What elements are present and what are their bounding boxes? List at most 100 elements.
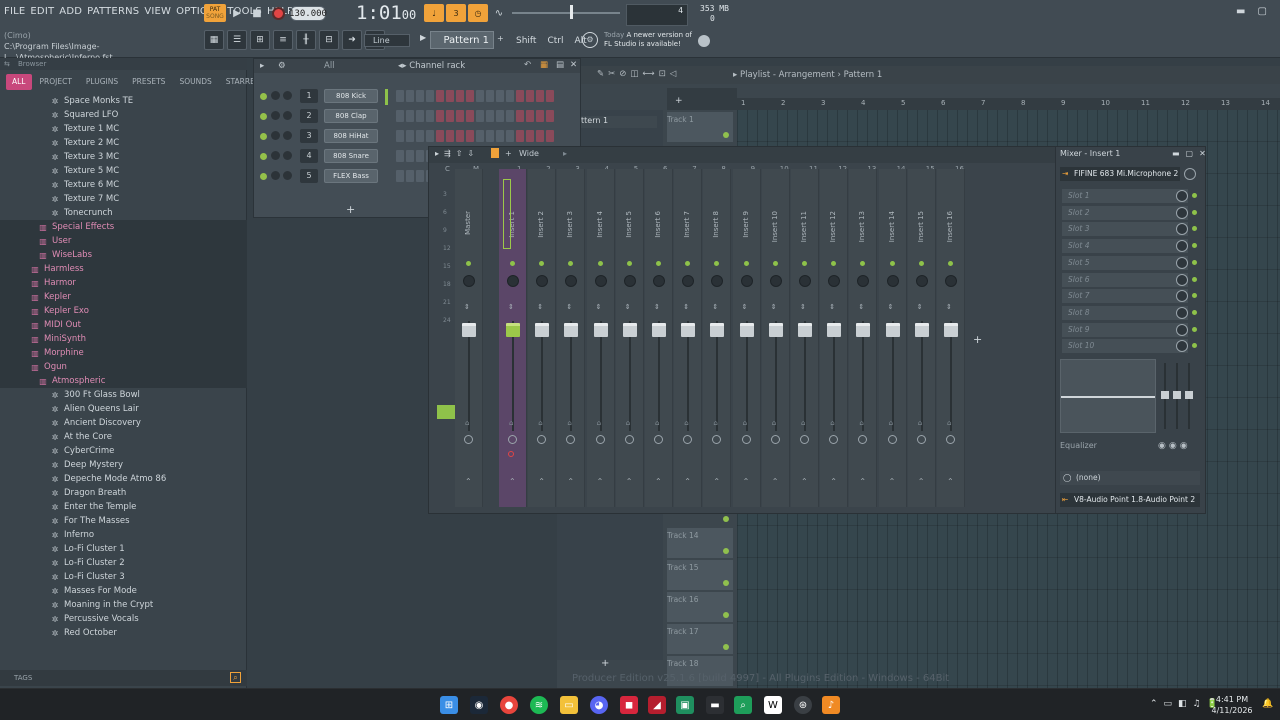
- browser-folder[interactable]: ▥ Morphine: [0, 346, 247, 360]
- channel-rack-gear-icon[interactable]: ⚙: [278, 61, 286, 71]
- step-button[interactable]: [456, 90, 464, 102]
- browser-preset[interactable]: ✲ CyberCrime: [0, 444, 247, 458]
- app-search-icon[interactable]: ⌕: [734, 696, 752, 714]
- strip-volume-fader[interactable]: [739, 323, 754, 337]
- strip-fx-toggle[interactable]: [800, 435, 809, 444]
- browser-preset[interactable]: ✲ Texture 1 MC: [0, 122, 247, 136]
- notification-icon[interactable]: 🔔: [1262, 699, 1273, 711]
- strip-stereo-icon[interactable]: ⇕: [917, 303, 923, 311]
- mixer-strip[interactable]: Insert 3 ⇕ ⌂ ⌃: [557, 169, 586, 507]
- route-arrow-icon[interactable]: ⌃: [859, 478, 867, 486]
- slot-enable-led[interactable]: [1192, 193, 1197, 198]
- slot-enable-led[interactable]: [1192, 243, 1197, 249]
- route-arrow-icon[interactable]: ⌃: [597, 478, 605, 486]
- browser-folder[interactable]: ▥ Kepler Exo: [0, 304, 247, 318]
- strip-fx-toggle[interactable]: [887, 435, 897, 444]
- step-button[interactable]: [396, 130, 404, 142]
- step-button[interactable]: [516, 130, 524, 142]
- step-button[interactable]: [516, 110, 524, 122]
- step-button[interactable]: [476, 130, 484, 142]
- browser-preset[interactable]: ✲ Dragon Breath: [0, 486, 247, 500]
- mixer-strip[interactable]: Insert 10 ⇕ ⌂ ⌃: [761, 169, 790, 507]
- track-header[interactable]: Track 17: [667, 612, 733, 654]
- master-pitch-slider[interactable]: [512, 12, 620, 14]
- channel-mixer-track[interactable]: 2: [300, 109, 318, 123]
- strip-enable-led[interactable]: [860, 261, 866, 266]
- add-channel-button[interactable]: +: [346, 203, 355, 216]
- strip-pan-knob[interactable]: [653, 275, 665, 287]
- step-button[interactable]: [426, 90, 434, 102]
- route-arrow-icon[interactable]: ⌃: [538, 478, 546, 486]
- effect-slot[interactable]: Slot 9: [1062, 322, 1188, 337]
- channel-rack-undo-icon[interactable]: ↶: [524, 60, 531, 70]
- channel-name-button[interactable]: 808 Kick: [324, 89, 378, 103]
- track-mute-led[interactable]: [723, 580, 729, 586]
- slot-enable-led[interactable]: [1192, 209, 1197, 215]
- strip-stereo-icon[interactable]: ⇕: [537, 303, 543, 311]
- channel-filter[interactable]: All: [324, 61, 335, 71]
- news-panel[interactable]: Today A newer version of FL Studio is av…: [604, 31, 692, 49]
- route-arrow-icon[interactable]: ⌃: [889, 478, 897, 486]
- step-button[interactable]: [396, 170, 404, 182]
- strip-volume-fader[interactable]: [462, 323, 476, 337]
- strip-fx-toggle[interactable]: [741, 435, 751, 444]
- chrome-icon[interactable]: ●: [500, 696, 518, 714]
- strip-pan-knob[interactable]: [886, 275, 899, 287]
- slot-enable-led[interactable]: [1192, 226, 1197, 232]
- channel-pan-knob[interactable]: [271, 111, 280, 120]
- strip-swap-icon[interactable]: ⌂: [918, 419, 922, 427]
- mixer-strip[interactable]: Insert 11 ⇕ ⌂ ⌃: [791, 169, 819, 507]
- mixer-strip[interactable]: Insert 14 ⇕ ⌂ ⌃: [878, 169, 907, 507]
- output-select[interactable]: ⇤ V8-Audio Point 1.8-Audio Point 2: [1060, 493, 1200, 507]
- channel-rack-grid-icon[interactable]: ▦: [540, 60, 548, 70]
- channel-vol-knob[interactable]: [283, 111, 292, 120]
- strip-fx-toggle[interactable]: [916, 435, 926, 444]
- slot-enable-led[interactable]: [1192, 309, 1197, 315]
- effect-slot[interactable]: Slot 5: [1062, 255, 1188, 270]
- strip-stereo-icon[interactable]: ⇕: [946, 303, 952, 311]
- track-mute-led[interactable]: [723, 132, 729, 138]
- step-button[interactable]: [446, 110, 454, 122]
- explorer-icon[interactable]: ▭: [560, 696, 578, 714]
- channel-name-button[interactable]: 808 HiHat: [324, 129, 378, 143]
- step-button[interactable]: [406, 90, 414, 102]
- strip-swap-icon[interactable]: ⌂: [509, 419, 513, 427]
- browser-preset[interactable]: ✲ Texture 2 MC: [0, 136, 247, 150]
- slot-enable-led[interactable]: [1192, 326, 1197, 332]
- strip-volume-fader[interactable]: [564, 323, 579, 337]
- step-button[interactable]: [546, 90, 554, 102]
- strip-swap-icon[interactable]: ⌂: [772, 419, 776, 427]
- step-button[interactable]: [416, 110, 424, 122]
- strip-pan-knob[interactable]: [799, 275, 811, 287]
- search-icon[interactable]: ⌕: [230, 672, 241, 683]
- mixer-strip[interactable]: Insert 2 ⇕ ⌂ ⌃: [528, 169, 557, 507]
- strip-swap-icon[interactable]: ⌂: [743, 419, 747, 427]
- piano-roll-icon[interactable]: ☰: [227, 30, 247, 50]
- step-button[interactable]: [536, 110, 544, 122]
- strip-swap-icon[interactable]: ⌂: [713, 419, 717, 427]
- channel-vol-knob[interactable]: [283, 151, 292, 160]
- plugin-picker-icon[interactable]: ⊟: [319, 30, 339, 50]
- mixer-strip[interactable]: Insert 16 ⇕ ⌂ ⌃: [937, 169, 965, 507]
- strip-enable-led[interactable]: [889, 261, 895, 266]
- effect-slot[interactable]: Slot 3: [1062, 222, 1188, 237]
- strip-volume-fader[interactable]: [681, 323, 696, 337]
- strip-enable-led[interactable]: [831, 261, 837, 266]
- app-wacom-icon[interactable]: W: [764, 696, 782, 714]
- browser-folder[interactable]: ▥ Harmless: [0, 262, 247, 276]
- strip-enable-led[interactable]: [802, 261, 807, 266]
- strip-stereo-icon[interactable]: ⇕: [508, 303, 514, 311]
- strip-enable-led[interactable]: [772, 261, 778, 266]
- pattern-add-icon[interactable]: +: [497, 34, 505, 48]
- step-button[interactable]: [436, 90, 444, 102]
- browser-preset[interactable]: ✲ For The Masses: [0, 514, 247, 528]
- mixer-add-icon[interactable]: +: [505, 149, 512, 158]
- strip-swap-icon[interactable]: ⌂: [947, 419, 951, 427]
- strip-pan-knob[interactable]: [915, 275, 928, 287]
- playlist-add-icon[interactable]: +: [675, 96, 683, 106]
- step-button[interactable]: [426, 130, 434, 142]
- track-mute-led[interactable]: [723, 612, 729, 618]
- sidechain-select[interactable]: ◯ (none): [1060, 471, 1200, 485]
- channel-mixer-track[interactable]: 4: [300, 149, 318, 163]
- strip-swap-icon[interactable]: ⌂: [830, 419, 834, 427]
